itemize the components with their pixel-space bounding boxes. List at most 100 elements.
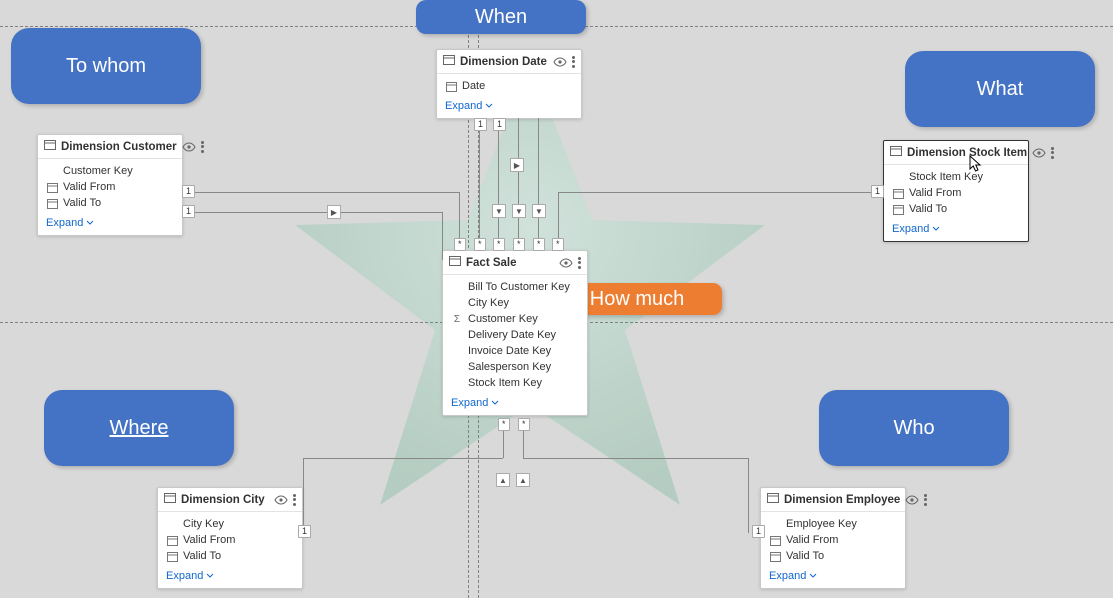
- field-row: Valid To: [884, 201, 1028, 217]
- relationship-line[interactable]: [303, 458, 304, 533]
- field-row: Valid To: [38, 195, 182, 211]
- table-fact-sale[interactable]: Fact Sale Bill To Customer Key City Key …: [442, 250, 588, 416]
- table-title: Dimension Customer: [61, 141, 177, 153]
- relationship-line[interactable]: [498, 118, 499, 250]
- field-label: City Key: [183, 518, 224, 530]
- field-label: City Key: [468, 297, 509, 309]
- table-icon: [443, 54, 455, 69]
- table-icon: [890, 145, 902, 160]
- filter-direction-icon: ▲: [496, 473, 510, 487]
- table-icon: [164, 492, 176, 507]
- table-dimension-customer[interactable]: Dimension Customer Customer Key Valid Fr…: [37, 134, 183, 236]
- sigma-icon: Σ: [451, 314, 463, 324]
- calendar-icon: [769, 551, 781, 561]
- table-title: Dimension Employee: [784, 494, 900, 506]
- visibility-icon[interactable]: [905, 495, 919, 505]
- calendar-icon: [892, 188, 904, 198]
- relationship-line[interactable]: [558, 192, 883, 193]
- field-row: Bill To Customer Key: [443, 279, 587, 295]
- table-dimension-date[interactable]: Dimension Date Date Expand: [436, 49, 582, 119]
- chevron-down-icon: [491, 399, 499, 407]
- cardinality-one: 1: [752, 525, 765, 538]
- relationship-line[interactable]: [523, 458, 748, 459]
- table-header: Dimension Date: [437, 50, 581, 74]
- field-label: Stock Item Key: [468, 377, 542, 389]
- table-header: Dimension Customer: [38, 135, 182, 159]
- table-header: Dimension Employee: [761, 488, 905, 512]
- chevron-down-icon: [809, 572, 817, 580]
- more-options-icon[interactable]: [1051, 147, 1054, 159]
- cardinality-many: *: [513, 238, 525, 251]
- relationship-line[interactable]: [183, 212, 442, 213]
- cardinality-one: 1: [474, 118, 487, 131]
- field-label: Valid To: [909, 203, 947, 215]
- pill-label: To whom: [66, 55, 146, 78]
- table-dimension-stock-item[interactable]: Dimension Stock Item Stock Item Key Vali…: [883, 140, 1029, 242]
- calendar-icon: [46, 198, 58, 208]
- field-row: City Key: [443, 295, 587, 311]
- cardinality-many: *: [498, 418, 510, 431]
- relationship-line[interactable]: [303, 458, 503, 459]
- table-header: Dimension Stock Item: [884, 141, 1028, 165]
- more-options-icon[interactable]: [572, 56, 575, 68]
- filter-direction-icon: ▶: [510, 158, 524, 172]
- chevron-down-icon: [86, 219, 94, 227]
- field-row: Stock Item Key: [443, 375, 587, 391]
- field-label: Valid From: [183, 534, 235, 546]
- table-dimension-employee[interactable]: Dimension Employee Employee Key Valid Fr…: [760, 487, 906, 589]
- more-options-icon[interactable]: [201, 141, 204, 153]
- field-label: Invoice Date Key: [468, 345, 551, 357]
- relationship-line[interactable]: [479, 118, 480, 250]
- field-row: Valid To: [761, 548, 905, 564]
- field-label: Valid From: [909, 187, 961, 199]
- field-label: Valid To: [786, 550, 824, 562]
- visibility-icon[interactable]: [559, 258, 573, 268]
- relationship-line[interactable]: [442, 212, 443, 260]
- filter-direction-icon: ▼: [492, 204, 506, 218]
- calendar-icon: [166, 535, 178, 545]
- expand-toggle[interactable]: Expand: [443, 393, 587, 415]
- field-row: Delivery Date Key: [443, 327, 587, 343]
- cardinality-many: *: [454, 238, 466, 251]
- cardinality-many: *: [474, 238, 486, 251]
- visibility-icon[interactable]: [182, 142, 196, 152]
- expand-toggle[interactable]: Expand: [761, 566, 905, 588]
- filter-direction-icon: ▼: [512, 204, 526, 218]
- visibility-icon[interactable]: [1032, 148, 1046, 158]
- filter-direction-icon: ▶: [327, 205, 341, 219]
- more-options-icon[interactable]: [293, 494, 296, 506]
- relationship-line[interactable]: [748, 458, 749, 533]
- chevron-down-icon: [206, 572, 214, 580]
- field-row: Salesperson Key: [443, 359, 587, 375]
- calendar-icon: [166, 551, 178, 561]
- visibility-icon[interactable]: [553, 57, 567, 67]
- field-label: Valid To: [63, 197, 101, 209]
- expand-toggle[interactable]: Expand: [437, 96, 581, 118]
- field-row: Customer Key: [38, 163, 182, 179]
- field-label: Salesperson Key: [468, 361, 551, 373]
- cardinality-many: *: [552, 238, 564, 251]
- visibility-icon[interactable]: [274, 495, 288, 505]
- cardinality-many: *: [493, 238, 505, 251]
- chevron-down-icon: [485, 102, 493, 110]
- table-header: Fact Sale: [443, 251, 587, 275]
- field-label: Delivery Date Key: [468, 329, 556, 341]
- more-options-icon[interactable]: [578, 257, 581, 269]
- field-label: Bill To Customer Key: [468, 281, 570, 293]
- chevron-down-icon: [932, 225, 940, 233]
- table-dimension-city[interactable]: Dimension City City Key Valid From Valid…: [157, 487, 303, 589]
- pill-when: When: [416, 0, 586, 34]
- filter-direction-icon: ▼: [532, 204, 546, 218]
- field-row: City Key: [158, 516, 302, 532]
- relationship-line[interactable]: [538, 118, 539, 250]
- expand-toggle[interactable]: Expand: [158, 566, 302, 588]
- more-options-icon[interactable]: [924, 494, 927, 506]
- relationship-line[interactable]: [183, 192, 459, 193]
- table-icon: [767, 492, 779, 507]
- expand-toggle[interactable]: Expand: [884, 219, 1028, 241]
- field-label: Valid From: [63, 181, 115, 193]
- field-row: Valid From: [884, 185, 1028, 201]
- cardinality-one: 1: [871, 185, 884, 198]
- expand-toggle[interactable]: Expand: [38, 213, 182, 235]
- relationship-line[interactable]: [518, 118, 519, 250]
